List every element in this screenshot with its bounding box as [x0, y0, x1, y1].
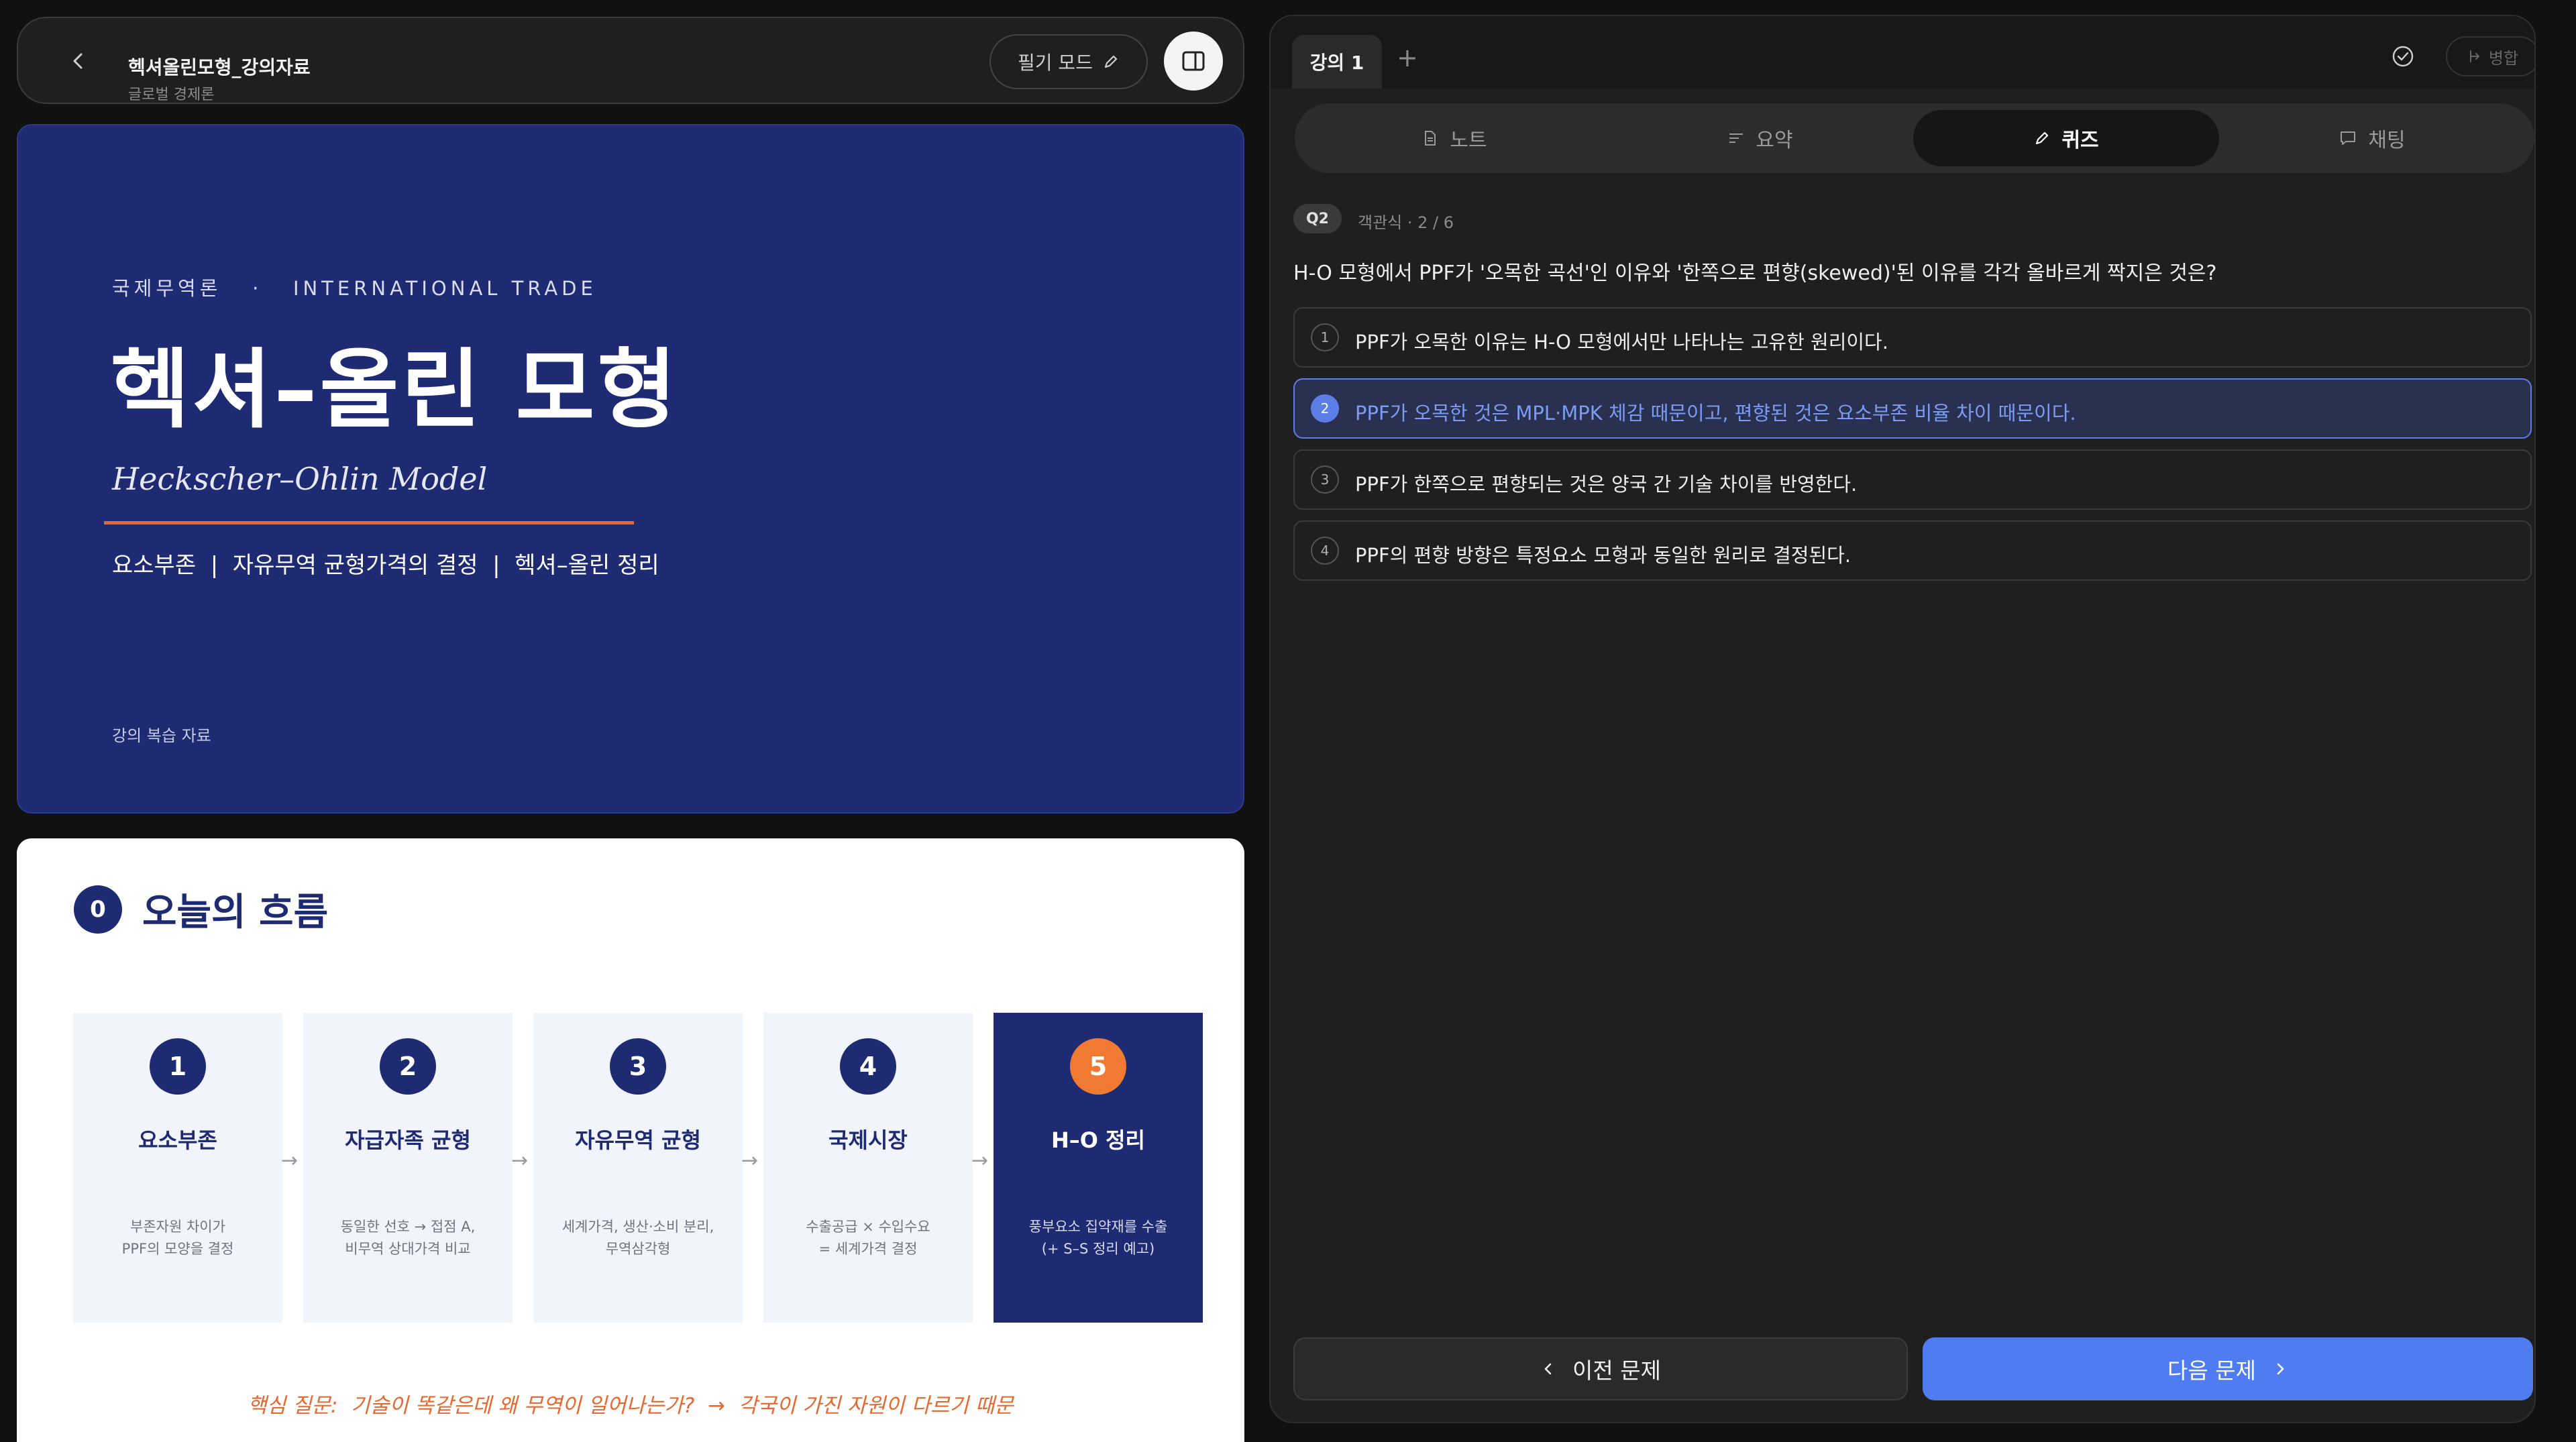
flow-step-2: 2 자급자족 균형 동일한 선호 → 접점 A, 비무역 상대가격 비교 [303, 1013, 513, 1323]
step-title: 요소부존 [138, 1127, 217, 1153]
tab-lecture-1[interactable]: 강의 1 [1292, 35, 1382, 89]
flow-step-5: 5 H–O 정리 풍부요소 집약재를 수출 (+ S–S 정리 예고) [994, 1013, 1203, 1323]
flow-arrow: → [281, 1149, 299, 1172]
title-slide: 국제무역론 · INTERNATIONAL TRADE 헥셔–올린 모형 Hec… [17, 124, 1244, 814]
tab-chat[interactable]: 채팅 [2219, 110, 2525, 166]
option-text: PPF가 한쪽으로 편향되는 것은 양국 간 기술 차이를 반영한다. [1355, 473, 1858, 496]
tab-strip: 강의 1 + 병합 [1271, 16, 2534, 89]
tab-summary[interactable]: 요약 [1607, 110, 1913, 166]
section-number-badge: 0 [74, 885, 122, 934]
step-description: 동일한 선호 → 접점 A, 비무역 상대가격 비교 [340, 1219, 476, 1257]
option-text: PPF가 오목한 것은 MPL·MPK 체감 때문이고, 편향된 것은 요소부존… [1355, 402, 2076, 425]
add-tab-button[interactable]: + [1397, 43, 1418, 72]
step-title: H–O 정리 [1051, 1127, 1145, 1153]
split-view-button[interactable] [1164, 32, 1223, 91]
option-number: 1 [1311, 323, 1339, 351]
slide-kicker: 국제무역론 · INTERNATIONAL TRADE [112, 273, 597, 301]
pencil-icon [2036, 131, 2049, 145]
lines-icon [1729, 133, 1743, 143]
pen-mode-label: 필기 모드 [1018, 52, 1093, 74]
option-number: 2 [1311, 394, 1339, 423]
flow-title: 오늘의 흐름 [142, 891, 329, 934]
step-number: 1 [150, 1038, 206, 1095]
answer-option-4[interactable]: 4 PPF의 편향 방향은 특정요소 모형과 동일한 원리로 결정된다. [1293, 520, 2532, 581]
chevron-right-icon [2277, 1363, 2284, 1375]
kicker-english: INTERNATIONAL TRADE [292, 277, 597, 300]
chevron-left-icon [1544, 1363, 1552, 1375]
flow-step-4: 4 국제시장 수출공급 × 수입수요 = 세계가격 결정 [763, 1013, 973, 1323]
document-icon [1425, 131, 1436, 146]
answer-option-1[interactable]: 1 PPF가 오목한 이유는 H-O 모형에서만 나타나는 고유한 원리이다. [1293, 307, 2532, 368]
slide-topics: 요소부존 | 자유무역 균형가격의 결정 | 헥셔–올린 정리 [112, 552, 659, 579]
question-text: H-O 모형에서 PPF가 '오목한 곡선'인 이유와 '한쪽으로 편향(ske… [1293, 262, 2217, 285]
chat-icon [2341, 131, 2356, 145]
step-title: 자유무역 균형 [575, 1127, 701, 1153]
step-title: 국제시장 [828, 1127, 908, 1153]
flow-arrow: → [741, 1149, 759, 1172]
question-tag: Q2 [1293, 204, 1342, 233]
pen-mode-button[interactable]: 필기 모드 [989, 34, 1148, 89]
key-question: 핵심 질문: 기술이 똑같은데 왜 무역이 일어나는가? → 각국이 가진 자원… [248, 1394, 1014, 1418]
previous-label: 이전 문제 [1572, 1357, 1661, 1384]
option-number: 4 [1311, 537, 1339, 565]
step-number: 4 [840, 1038, 896, 1095]
split-view-icon [1182, 51, 1205, 71]
step-number: 3 [610, 1038, 666, 1095]
kicker-separator: · [252, 277, 263, 300]
slide-footer: 강의 복습 자료 [112, 726, 211, 745]
flow-arrow: → [511, 1149, 529, 1172]
question-meta: 객관식 · 2 / 6 [1358, 213, 1454, 232]
kicker-korean: 국제무역론 [112, 277, 222, 300]
step-number: 5 [1070, 1038, 1126, 1095]
step-description: 수출공급 × 수입수요 = 세계가격 결정 [806, 1219, 930, 1257]
chevron-left-icon [73, 53, 83, 69]
study-panel: 강의 1 + 병합 노트 요약 퀴즈 채팅 Q2 객관식 · 2 / 6 H-O… [1269, 15, 2536, 1423]
document-subtitle: 글로벌 경제론 [128, 87, 215, 103]
flow-header: 0 오늘의 흐름 [74, 882, 328, 936]
previous-question-button[interactable]: 이전 문제 [1293, 1337, 1908, 1400]
slide-english-title: Heckscher–Ohlin Model [112, 461, 488, 497]
next-label: 다음 문제 [2167, 1357, 2256, 1384]
answer-option-3[interactable]: 3 PPF가 한쪽으로 편향되는 것은 양국 간 기술 차이를 반영한다. [1293, 449, 2532, 510]
flow-step-3: 3 자유무역 균형 세계가격, 생산·소비 분리, 무역삼각형 [533, 1013, 743, 1323]
merge-label: 병합 [2488, 48, 2519, 68]
step-description: 풍부요소 집약재를 수출 (+ S–S 정리 예고) [1028, 1219, 1168, 1257]
check-circle-icon[interactable] [2391, 44, 2415, 71]
title-divider [104, 521, 634, 524]
slide-title: 헥셔–올린 모형 [111, 340, 680, 440]
merge-button[interactable]: 병합 [2446, 36, 2534, 76]
pencil-icon [1104, 55, 1118, 68]
step-description: 부존자원 차이가 PPF의 모양을 결정 [121, 1219, 234, 1257]
next-question-button[interactable]: 다음 문제 [1923, 1337, 2533, 1400]
view-segmented-control: 노트 요약 퀴즈 채팅 [1295, 103, 2534, 173]
back-button[interactable] [64, 46, 93, 76]
option-text: PPF가 오목한 이유는 H-O 모형에서만 나타나는 고유한 원리이다. [1355, 331, 1888, 353]
step-description: 세계가격, 생산·소비 분리, 무역삼각형 [561, 1219, 714, 1257]
step-number: 2 [380, 1038, 436, 1095]
flow-slide: 0 오늘의 흐름 1 요소부존 부존자원 차이가 PPF의 모양을 결정 → 2 … [17, 838, 1244, 1442]
tab-quiz[interactable]: 퀴즈 [1913, 110, 2219, 166]
answer-option-2[interactable]: 2 PPF가 오목한 것은 MPL·MPK 체감 때문이고, 편향된 것은 요소… [1293, 378, 2532, 439]
option-text: PPF의 편향 방향은 특정요소 모형과 동일한 원리로 결정된다. [1355, 544, 1851, 567]
flow-arrow: → [971, 1149, 989, 1172]
option-number: 3 [1311, 465, 1339, 494]
step-title: 자급자족 균형 [345, 1127, 471, 1153]
merge-icon [2469, 50, 2480, 62]
tab-notes[interactable]: 노트 [1301, 110, 1607, 166]
document-header: 헥셔올린모형_강의자료 글로벌 경제론 필기 모드 [17, 17, 1244, 104]
flow-step-1: 1 요소부존 부존자원 차이가 PPF의 모양을 결정 [73, 1013, 282, 1323]
document-title: 헥셔올린모형_강의자료 [128, 56, 311, 78]
